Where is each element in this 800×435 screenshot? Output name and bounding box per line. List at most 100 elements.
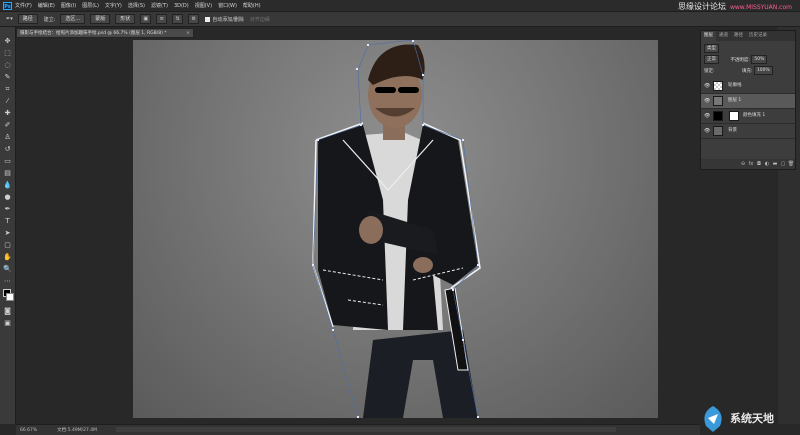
- layer-thumbnail: [713, 126, 723, 136]
- hand-tool-icon[interactable]: ✋: [3, 253, 12, 262]
- shape-button[interactable]: 形状: [115, 14, 136, 24]
- eye-icon[interactable]: 👁: [704, 94, 710, 108]
- blend-mode-select[interactable]: 正常: [704, 55, 719, 64]
- layer-name: 图层 1: [728, 98, 742, 103]
- mask-icon[interactable]: ◘: [755, 161, 763, 167]
- quick-mask-icon[interactable]: ◙: [3, 307, 12, 316]
- stamp-tool-icon[interactable]: ♙: [3, 133, 12, 142]
- fill-input[interactable]: 100%: [753, 66, 773, 75]
- gradient-tool-icon[interactable]: ▤: [3, 169, 12, 178]
- layer-row[interactable]: 👁 颜色填充 1: [701, 109, 795, 124]
- layer-name: 颜色填充 1: [743, 113, 766, 118]
- menu-layer[interactable]: 图层(L): [82, 2, 99, 9]
- healing-tool-icon[interactable]: ✚: [3, 109, 12, 118]
- lasso-tool-icon[interactable]: ◌: [3, 61, 12, 70]
- make-label: 建立:: [43, 16, 56, 23]
- layer-row[interactable]: 👁 轮廓线: [701, 79, 795, 94]
- menu-window[interactable]: 窗口(W): [218, 2, 237, 9]
- auto-add-label: 自动添加/删除: [212, 16, 244, 23]
- mask-button[interactable]: 蒙版: [90, 14, 111, 24]
- history-brush-icon[interactable]: ↺: [3, 145, 12, 154]
- eye-icon[interactable]: 👁: [704, 124, 710, 138]
- adjustment-icon[interactable]: ◐: [763, 161, 771, 167]
- mode-select[interactable]: 路径: [17, 14, 38, 24]
- quick-select-tool-icon[interactable]: ✎: [3, 73, 12, 82]
- menu-filter[interactable]: 滤镜(T): [151, 2, 168, 9]
- layer-thumbnail: [713, 111, 723, 121]
- layers-panel: 图层 通道 路径 历史记录 类型 正常 不透明度: 50% 锁定: 填充: 10…: [700, 30, 796, 170]
- path-operations-icon[interactable]: ▣: [140, 14, 152, 24]
- horizontal-scrollbar[interactable]: [116, 427, 616, 432]
- crop-tool-icon[interactable]: ⌗: [3, 85, 12, 94]
- menu-3d[interactable]: 3D(D): [174, 3, 189, 9]
- folder-icon[interactable]: ▬: [771, 161, 779, 167]
- background-color-swatch[interactable]: [6, 293, 14, 301]
- tools-panel: ✥ ⬚ ◌ ✎ ⌗ ⁄ ✚ ✐ ♙ ↺ ▭ ▤ 💧 ● ✒ T ➤ ▢ ✋ 🔍 …: [0, 27, 16, 424]
- eye-icon[interactable]: 👁: [704, 109, 710, 123]
- screen-mode-icon[interactable]: ▣: [3, 319, 12, 328]
- menu-bar: Ps 文件(F) 编辑(E) 图像(I) 图层(L) 文字(Y) 选择(S) 滤…: [0, 0, 800, 11]
- zoom-level[interactable]: 66.67%: [20, 428, 37, 433]
- menu-edit[interactable]: 编辑(E): [38, 2, 55, 9]
- menu-image[interactable]: 图像(I): [61, 2, 76, 9]
- layer-row-selected[interactable]: 👁 图层 1: [701, 94, 795, 109]
- watermark-bottom: 系统天地: [700, 404, 800, 434]
- auto-add-checkbox[interactable]: 自动添加/删除: [205, 16, 244, 23]
- hand: [359, 216, 383, 244]
- pen-tool-icon[interactable]: ✒: [3, 205, 12, 214]
- eye-icon[interactable]: 👁: [704, 79, 710, 93]
- blend-row: 正常 不透明度: 50%: [704, 55, 792, 64]
- layer-row[interactable]: 👁 背景: [701, 124, 795, 139]
- path-alignment-icon[interactable]: ≡: [156, 14, 168, 24]
- eyedropper-tool-icon[interactable]: ⁄: [3, 97, 12, 106]
- layers-panel-footer: ⊖ fx ◘ ◐ ▬ ▢ 🗑: [701, 159, 795, 169]
- pen-tool-icon[interactable]: ✒▾: [6, 16, 13, 22]
- type-tool-icon[interactable]: T: [3, 217, 12, 226]
- filter-row: 类型: [704, 44, 792, 53]
- dodge-tool-icon[interactable]: ●: [3, 193, 12, 202]
- move-tool-icon[interactable]: ✥: [3, 37, 12, 46]
- path-select-tool-icon[interactable]: ➤: [3, 229, 12, 238]
- lock-row: 锁定: 填充: 100%: [704, 66, 792, 75]
- fill-label: 填充:: [741, 69, 753, 74]
- menu-help[interactable]: 帮助(H): [243, 2, 261, 9]
- document-canvas[interactable]: [133, 40, 658, 418]
- menu-file[interactable]: 文件(F): [15, 2, 32, 9]
- zoom-tool-icon[interactable]: 🔍: [3, 265, 12, 274]
- tab-history[interactable]: 历史记录: [746, 31, 770, 41]
- document-tab[interactable]: 摄影与手绘结合：给照片添加趣味手绘.psd @ 66.7% (图层 1, RGB…: [16, 28, 194, 38]
- gear-icon[interactable]: ⚙: [188, 14, 200, 24]
- path-arrange-icon[interactable]: ⇅: [172, 14, 184, 24]
- brush-tool-icon[interactable]: ✐: [3, 121, 12, 130]
- close-icon[interactable]: ×: [186, 29, 190, 37]
- menu-select[interactable]: 选择(S): [128, 2, 145, 9]
- fx-icon[interactable]: fx: [747, 161, 755, 167]
- checkbox-checked: [205, 16, 211, 22]
- layer-name: 轮廓线: [728, 83, 742, 88]
- tab-channels[interactable]: 通道: [716, 31, 731, 41]
- opacity-input[interactable]: 50%: [751, 55, 768, 64]
- document-size: 文档:5.49M/27.4M: [57, 428, 98, 433]
- shape-tool-icon[interactable]: ▢: [3, 241, 12, 250]
- align-edges-label[interactable]: 对齐边缘: [250, 16, 270, 23]
- eraser-tool-icon[interactable]: ▭: [3, 157, 12, 166]
- options-bar: ✒▾ 路径 建立: 选区... 蒙版 形状 ▣ ≡ ⇅ ⚙ 自动添加/删除 对齐…: [0, 11, 800, 27]
- trash-icon[interactable]: 🗑: [787, 161, 795, 167]
- status-bar: 66.67% 文档:5.49M/27.4M: [16, 424, 700, 435]
- tab-layers[interactable]: 图层: [701, 31, 716, 41]
- watermark-title: 思缘设计论坛: [677, 2, 726, 11]
- opacity-label: 不透明度:: [730, 58, 750, 63]
- hand-right: [413, 257, 433, 273]
- more-tools-icon[interactable]: ⋯: [3, 277, 12, 286]
- link-icon[interactable]: ⊖: [739, 161, 747, 167]
- layer-name: 背景: [728, 128, 737, 133]
- selection-button[interactable]: 选区...: [60, 14, 86, 24]
- menu-view[interactable]: 视图(V): [195, 2, 212, 9]
- blur-tool-icon[interactable]: 💧: [3, 181, 12, 190]
- menu-type[interactable]: 文字(Y): [105, 2, 122, 9]
- new-layer-icon[interactable]: ▢: [779, 161, 787, 167]
- tab-paths[interactable]: 路径: [731, 31, 746, 41]
- watermark-logo-icon: [704, 406, 722, 432]
- layer-kind-select[interactable]: 类型: [704, 44, 719, 53]
- marquee-tool-icon[interactable]: ⬚: [3, 49, 12, 58]
